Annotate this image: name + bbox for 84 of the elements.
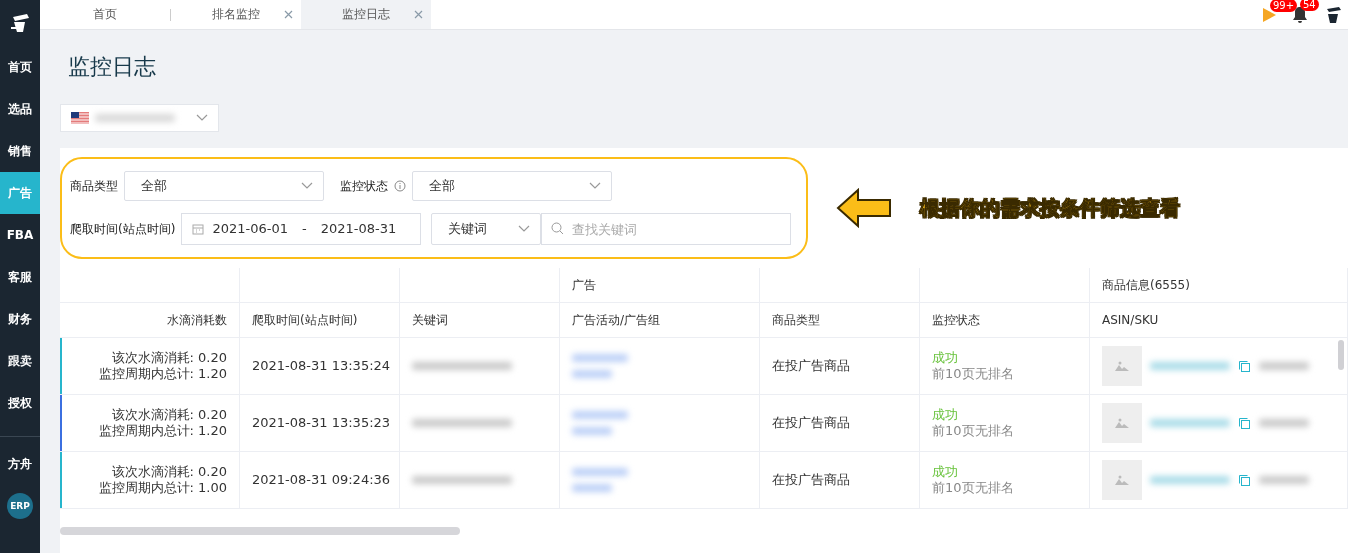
- column-header: 水滴消耗数: [60, 303, 240, 338]
- table-cell: 在投广告商品: [772, 358, 850, 374]
- search-icon: [551, 222, 565, 235]
- rank-text: 前10页无排名: [932, 423, 1014, 439]
- flag-icon: [71, 112, 89, 124]
- redacted-text: [1259, 419, 1309, 427]
- product-type-select[interactable]: 全部: [124, 171, 324, 201]
- redacted-link[interactable]: [1150, 419, 1230, 427]
- redacted-link[interactable]: [572, 411, 628, 419]
- logo-icon: [9, 13, 31, 33]
- close-icon[interactable]: [414, 10, 423, 19]
- copy-icon[interactable]: [1238, 473, 1251, 487]
- column-group-header: 广告: [560, 268, 760, 303]
- chevron-down-icon: [589, 182, 601, 190]
- column-group-header: 商品信息(6555): [1090, 268, 1348, 303]
- page-title: 监控日志: [68, 53, 156, 81]
- sidebar-item[interactable]: 销售: [0, 130, 40, 172]
- copy-icon[interactable]: [1238, 359, 1251, 373]
- sidebar-item[interactable]: 首页: [0, 46, 40, 88]
- date-range-field[interactable]: 2021-06-01 - 2021-08-31: [181, 213, 422, 245]
- vertical-scrollbar[interactable]: [1338, 340, 1344, 370]
- redacted-link[interactable]: [1150, 362, 1230, 370]
- sidebar-item[interactable]: 客服: [0, 256, 40, 298]
- column-header: ASIN/SKU: [1090, 303, 1348, 338]
- cost-text: 该次水滴消耗: 0.20: [111, 407, 227, 423]
- total-text: 监控周期内总计: 1.20: [98, 366, 227, 382]
- copy-icon[interactable]: [1238, 416, 1251, 430]
- table-cell: 在投广告商品: [772, 472, 850, 488]
- redacted-link[interactable]: [572, 484, 612, 492]
- sidebar-item[interactable]: FBA: [0, 214, 40, 256]
- tab[interactable]: 监控日志: [301, 0, 431, 29]
- sidebar-item[interactable]: 授权: [0, 382, 40, 424]
- status-text: 成功: [932, 464, 958, 480]
- arrow-left-icon: [836, 188, 892, 228]
- column-header: 爬取时间(站点时间): [240, 303, 400, 338]
- chevron-down-icon: [518, 225, 531, 233]
- close-icon[interactable]: [284, 10, 293, 19]
- redacted-link[interactable]: [572, 427, 612, 435]
- redacted-link[interactable]: [572, 354, 628, 362]
- calendar-icon: [192, 223, 205, 235]
- chevron-down-icon: [196, 114, 208, 122]
- table-cell: 2021-08-31 09:24:36: [252, 472, 391, 488]
- image-icon: [1115, 418, 1129, 428]
- horizontal-scrollbar[interactable]: [60, 527, 460, 535]
- image-icon: [1115, 475, 1129, 485]
- store-select[interactable]: [60, 104, 219, 132]
- avatar-icon[interactable]: [1324, 5, 1342, 24]
- column-header: 广告活动/广告组: [560, 303, 760, 338]
- filter-label: 商品类型: [70, 177, 118, 195]
- sidebar-item[interactable]: 财务: [0, 298, 40, 340]
- rank-text: 前10页无排名: [932, 480, 1014, 496]
- table-cell: 在投广告商品: [772, 415, 850, 431]
- cost-text: 该次水滴消耗: 0.20: [111, 350, 227, 366]
- column-header: 监控状态: [920, 303, 1090, 338]
- total-text: 监控周期内总计: 1.20: [98, 423, 227, 439]
- redacted-link[interactable]: [572, 370, 612, 378]
- column-header: 关键词: [400, 303, 560, 338]
- sidebar-item[interactable]: 选品: [0, 88, 40, 130]
- search-type-select[interactable]: 关键词: [431, 213, 542, 245]
- column-header: 商品类型: [760, 303, 920, 338]
- sidebar-item[interactable]: 方舟: [0, 443, 40, 485]
- redacted-link[interactable]: [1150, 476, 1230, 484]
- image-icon: [1115, 361, 1129, 371]
- sidebar-item[interactable]: 跟卖: [0, 340, 40, 382]
- rank-text: 前10页无排名: [932, 366, 1014, 382]
- filter-label: 爬取时间(站点时间): [70, 220, 176, 238]
- status-text: 成功: [932, 350, 958, 366]
- notification-badge: 99+: [1270, 0, 1298, 12]
- redacted-text: [1259, 362, 1309, 370]
- redacted-text: [1259, 476, 1309, 484]
- erp-badge[interactable]: ERP: [7, 493, 33, 519]
- cost-text: 该次水滴消耗: 0.20: [111, 464, 227, 480]
- chevron-down-icon: [301, 182, 313, 190]
- table-cell: 2021-08-31 13:35:24: [252, 358, 391, 374]
- info-icon: [394, 180, 406, 192]
- table-cell: 2021-08-31 13:35:23: [252, 415, 391, 431]
- status-text: 成功: [932, 407, 958, 423]
- status-select[interactable]: 全部: [412, 171, 612, 201]
- annotation-text: 根据你的需求按条件筛选查看: [920, 194, 1180, 222]
- search-field[interactable]: 查找关键词: [541, 213, 792, 245]
- total-text: 监控周期内总计: 1.00: [98, 480, 227, 496]
- filter-label: 监控状态: [340, 177, 388, 195]
- notification-badge: 54: [1300, 0, 1319, 11]
- redacted-link[interactable]: [572, 468, 628, 476]
